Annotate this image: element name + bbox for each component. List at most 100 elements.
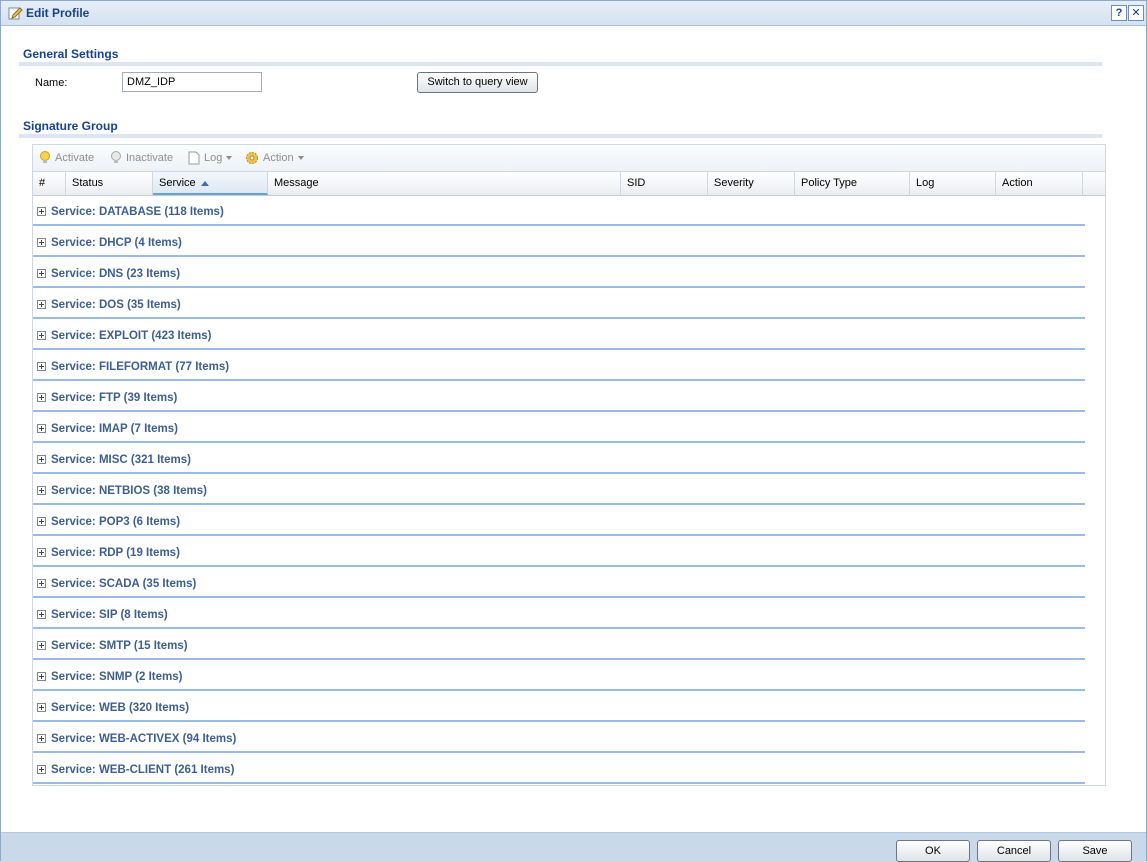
service-group-label: Service: SCADA (35 Items): [51, 578, 197, 590]
close-button[interactable]: ✕: [1128, 5, 1144, 21]
column-header-action[interactable]: Action: [996, 172, 1083, 195]
help-button[interactable]: ?: [1111, 5, 1127, 21]
sort-ascending-icon: [200, 180, 209, 186]
column-header-number[interactable]: #: [33, 172, 66, 195]
section-divider: [19, 62, 1102, 66]
service-header-label: Service: [159, 177, 196, 189]
grid-toolbar: Activate Inactivate Log Action: [33, 145, 1105, 171]
log-label: Log: [204, 152, 223, 164]
service-group-list: Service: DATABASE (118 Items) Service: DH…: [33, 195, 1105, 784]
service-group-row[interactable]: Service: DATABASE (118 Items): [33, 195, 1085, 226]
expand-plus-icon[interactable]: [37, 579, 46, 588]
service-group-label: Service: FTP (39 Items): [51, 392, 178, 404]
name-label: Name:: [35, 77, 68, 89]
chevron-down-icon: [226, 156, 233, 160]
expand-plus-icon[interactable]: [37, 331, 46, 340]
expand-plus-icon[interactable]: [37, 207, 46, 216]
general-settings-heading: General Settings: [23, 47, 119, 61]
log-menu-button[interactable]: Log: [188, 151, 233, 165]
service-group-row[interactable]: Service: WEB (320 Items): [33, 691, 1085, 722]
service-group-label: Service: FILEFORMAT (77 Items): [51, 361, 230, 373]
service-group-row[interactable]: Service: WEB-ACTIVEX (94 Items): [33, 722, 1085, 753]
column-header-service[interactable]: Service: [153, 172, 268, 195]
cancel-button[interactable]: Cancel: [977, 840, 1051, 862]
activate-button[interactable]: Activate: [39, 151, 94, 165]
chevron-down-icon: [297, 156, 304, 160]
service-group-row[interactable]: Service: RDP (19 Items): [33, 536, 1085, 567]
service-group-row[interactable]: Service: DOS (35 Items): [33, 288, 1085, 319]
service-group-label: Service: RDP (19 Items): [51, 547, 180, 559]
service-group-label: Service: WEB-ACTIVEX (94 Items): [51, 733, 237, 745]
expand-plus-icon[interactable]: [37, 238, 46, 247]
expand-plus-icon[interactable]: [37, 610, 46, 619]
ok-button[interactable]: OK: [896, 840, 970, 862]
grid-header: # Status Service Message SID Severity Po…: [33, 171, 1105, 196]
dialog-titlebar: Edit Profile ? ✕: [1, 1, 1146, 26]
column-header-message[interactable]: Message: [268, 172, 621, 195]
service-group-label: Service: IMAP (7 Items): [51, 423, 178, 435]
expand-plus-icon[interactable]: [37, 455, 46, 464]
column-header-sid[interactable]: SID: [621, 172, 708, 195]
switch-query-view-button[interactable]: Switch to query view: [417, 72, 538, 93]
service-group-row[interactable]: Service: FTP (39 Items): [33, 381, 1085, 412]
action-menu-button[interactable]: Action: [245, 151, 304, 165]
section-divider: [19, 134, 1102, 138]
service-group-label: Service: POP3 (6 Items): [51, 516, 181, 528]
inactivate-label: Inactivate: [126, 152, 174, 164]
edit-pencil-icon: [7, 5, 23, 21]
service-group-label: Service: NETBIOS (38 Items): [51, 485, 207, 497]
expand-plus-icon[interactable]: [37, 300, 46, 309]
expand-plus-icon[interactable]: [37, 548, 46, 557]
service-group-row[interactable]: Service: EXPLOIT (423 Items): [33, 319, 1085, 350]
expand-plus-icon[interactable]: [37, 393, 46, 402]
expand-plus-icon[interactable]: [37, 486, 46, 495]
service-group-row[interactable]: Service: SMTP (15 Items): [33, 629, 1085, 660]
expand-plus-icon[interactable]: [37, 362, 46, 371]
column-header-policy-type[interactable]: Policy Type: [795, 172, 910, 195]
service-group-row[interactable]: Service: WEB-CLIENT (261 Items): [33, 753, 1085, 784]
lightbulb-icon: [40, 151, 50, 163]
service-group-row[interactable]: Service: NETBIOS (38 Items): [33, 474, 1085, 505]
signature-grid-panel: Activate Inactivate Log Action # Status …: [32, 144, 1106, 786]
inactivate-button[interactable]: Inactivate: [110, 151, 173, 165]
service-group-row[interactable]: Service: POP3 (6 Items): [33, 505, 1085, 536]
expand-plus-icon[interactable]: [37, 641, 46, 650]
service-group-label: Service: SIP (8 Items): [51, 609, 168, 621]
service-group-label: Service: MISC (321 Items): [51, 454, 191, 466]
activate-label: Activate: [55, 152, 95, 164]
service-group-label: Service: EXPLOIT (423 Items): [51, 330, 212, 342]
service-group-label: Service: DHCP (4 Items): [51, 237, 182, 249]
edit-profile-dialog: Edit Profile ? ✕ General Settings Name: …: [0, 0, 1147, 862]
service-group-row[interactable]: Service: FILEFORMAT (77 Items): [33, 350, 1085, 381]
service-group-row[interactable]: Service: SNMP (2 Items): [33, 660, 1085, 691]
service-group-row[interactable]: Service: IMAP (7 Items): [33, 412, 1085, 443]
document-icon: [188, 151, 200, 165]
service-group-label: Service: WEB-CLIENT (261 Items): [51, 764, 235, 776]
service-group-row[interactable]: Service: DHCP (4 Items): [33, 226, 1085, 257]
lightbulb-off-icon: [111, 151, 121, 163]
dialog-title: Edit Profile: [26, 6, 90, 20]
expand-plus-icon[interactable]: [37, 703, 46, 712]
service-group-label: Service: SNMP (2 Items): [51, 671, 183, 683]
expand-plus-icon[interactable]: [37, 517, 46, 526]
service-group-row[interactable]: Service: SCADA (35 Items): [33, 567, 1085, 598]
save-button[interactable]: Save: [1058, 840, 1132, 862]
expand-plus-icon[interactable]: [37, 734, 46, 743]
signature-group-heading: Signature Group: [23, 119, 118, 133]
service-group-label: Service: DNS (23 Items): [51, 268, 181, 280]
expand-plus-icon[interactable]: [37, 672, 46, 681]
expand-plus-icon[interactable]: [37, 424, 46, 433]
expand-plus-icon[interactable]: [37, 765, 46, 774]
name-input[interactable]: [122, 72, 262, 92]
dialog-footer: OK Cancel Save: [1, 832, 1146, 862]
service-group-row[interactable]: Service: MISC (321 Items): [33, 443, 1085, 474]
expand-plus-icon[interactable]: [37, 269, 46, 278]
column-header-severity[interactable]: Severity: [708, 172, 795, 195]
service-group-label: Service: DATABASE (118 Items): [51, 206, 224, 218]
service-group-label: Service: WEB (320 Items): [51, 702, 190, 714]
column-header-log[interactable]: Log: [910, 172, 996, 195]
service-group-row[interactable]: Service: DNS (23 Items): [33, 257, 1085, 288]
service-group-label: Service: DOS (35 Items): [51, 299, 181, 311]
column-header-status[interactable]: Status: [66, 172, 153, 195]
service-group-row[interactable]: Service: SIP (8 Items): [33, 598, 1085, 629]
